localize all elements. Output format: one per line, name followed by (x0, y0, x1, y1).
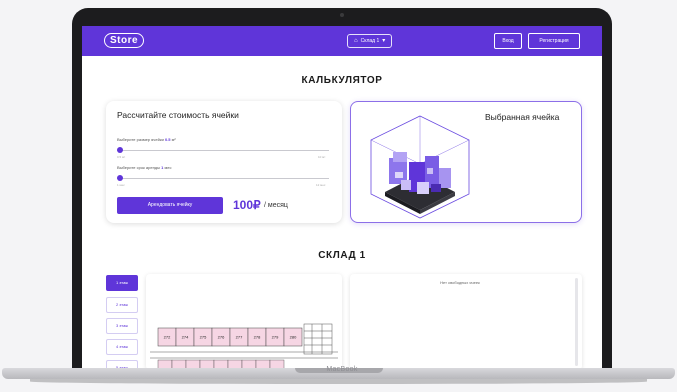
scrollbar[interactable] (575, 278, 578, 366)
selected-cell-card: Выбранная ячейка (350, 101, 582, 223)
warehouse-select[interactable]: ⌂ Склад 1 ▾ (347, 34, 393, 48)
laptop-mockup: Store ⌂ Склад 1 ▾ Вход Регистрация КАЛЬК… (0, 0, 677, 392)
device-label: MacBook (326, 366, 358, 373)
price-value: 100₽ (233, 198, 261, 212)
register-button[interactable]: Регистрация (528, 33, 580, 49)
floor-button-3[interactable]: 3 этаж (106, 318, 138, 334)
cell-label: 277 (236, 335, 243, 340)
no-free-cells-message: Нет свободных ячеек (440, 280, 480, 285)
logo[interactable]: Store (104, 33, 145, 48)
price-period: / месяц (264, 202, 288, 209)
floor-plan: 272 274 275 276 277 278 279 280 (150, 323, 338, 370)
cell-label: 272 (164, 335, 171, 340)
navbar: Store ⌂ Склад 1 ▾ Вход Регистрация (82, 26, 602, 56)
cells-info-panel: Нет свободных ячеек (350, 274, 582, 370)
selected-cell-title: Выбранная ячейка (485, 112, 560, 122)
floor-map[interactable]: 272 274 275 276 277 278 279 280 (146, 274, 342, 370)
calculator-card: Рассчитайте стоимость ячейки Выберите ра… (106, 101, 342, 223)
storage-cell-illustration (370, 115, 470, 219)
rent-cell-button[interactable]: Арендовать ячейку (117, 197, 223, 214)
calculator-heading: КАЛЬКУЛЯТОР (301, 75, 383, 86)
cell-label: 280 (290, 335, 297, 340)
cell-label: 276 (218, 335, 225, 340)
chevron-down-icon: ▾ (382, 38, 386, 44)
warehouse-heading: СКЛАД 1 (318, 250, 366, 261)
term-slider-handle[interactable] (117, 175, 123, 181)
warehouse-icon: ⌂ (354, 38, 358, 44)
floor-button-4[interactable]: 4 этаж (106, 339, 138, 355)
size-min-tick: 0.5 м² (117, 155, 126, 159)
floor-button-2[interactable]: 2 этаж (106, 297, 138, 313)
laptop-bezel: Store ⌂ Склад 1 ▾ Вход Регистрация КАЛЬК… (72, 8, 612, 374)
cell-label: 278 (254, 335, 261, 340)
size-label: Выберите размер ячейки 0.5 м² (117, 137, 176, 142)
floor-button-1[interactable]: 1 этаж (106, 275, 138, 291)
term-slider[interactable] (117, 178, 329, 179)
camera-icon (340, 13, 344, 17)
size-max-tick: 10 м² (318, 155, 326, 159)
login-button[interactable]: Вход (494, 33, 522, 49)
warehouse-select-label: Склад 1 (360, 38, 380, 44)
cell-label: 279 (272, 335, 279, 340)
size-slider[interactable] (117, 150, 329, 151)
laptop-base-shadow (30, 379, 647, 384)
term-max-tick: 12 мес (316, 183, 326, 187)
term-min-tick: 1 мес (117, 183, 125, 187)
term-label: Выберите срок аренды 1 мес (117, 165, 172, 170)
calculator-title: Рассчитайте стоимость ячейки (117, 110, 239, 120)
cell-label: 275 (200, 335, 207, 340)
cell-label: 274 (182, 335, 189, 340)
size-slider-handle[interactable] (117, 147, 123, 153)
laptop-screen: Store ⌂ Склад 1 ▾ Вход Регистрация КАЛЬК… (82, 26, 602, 370)
